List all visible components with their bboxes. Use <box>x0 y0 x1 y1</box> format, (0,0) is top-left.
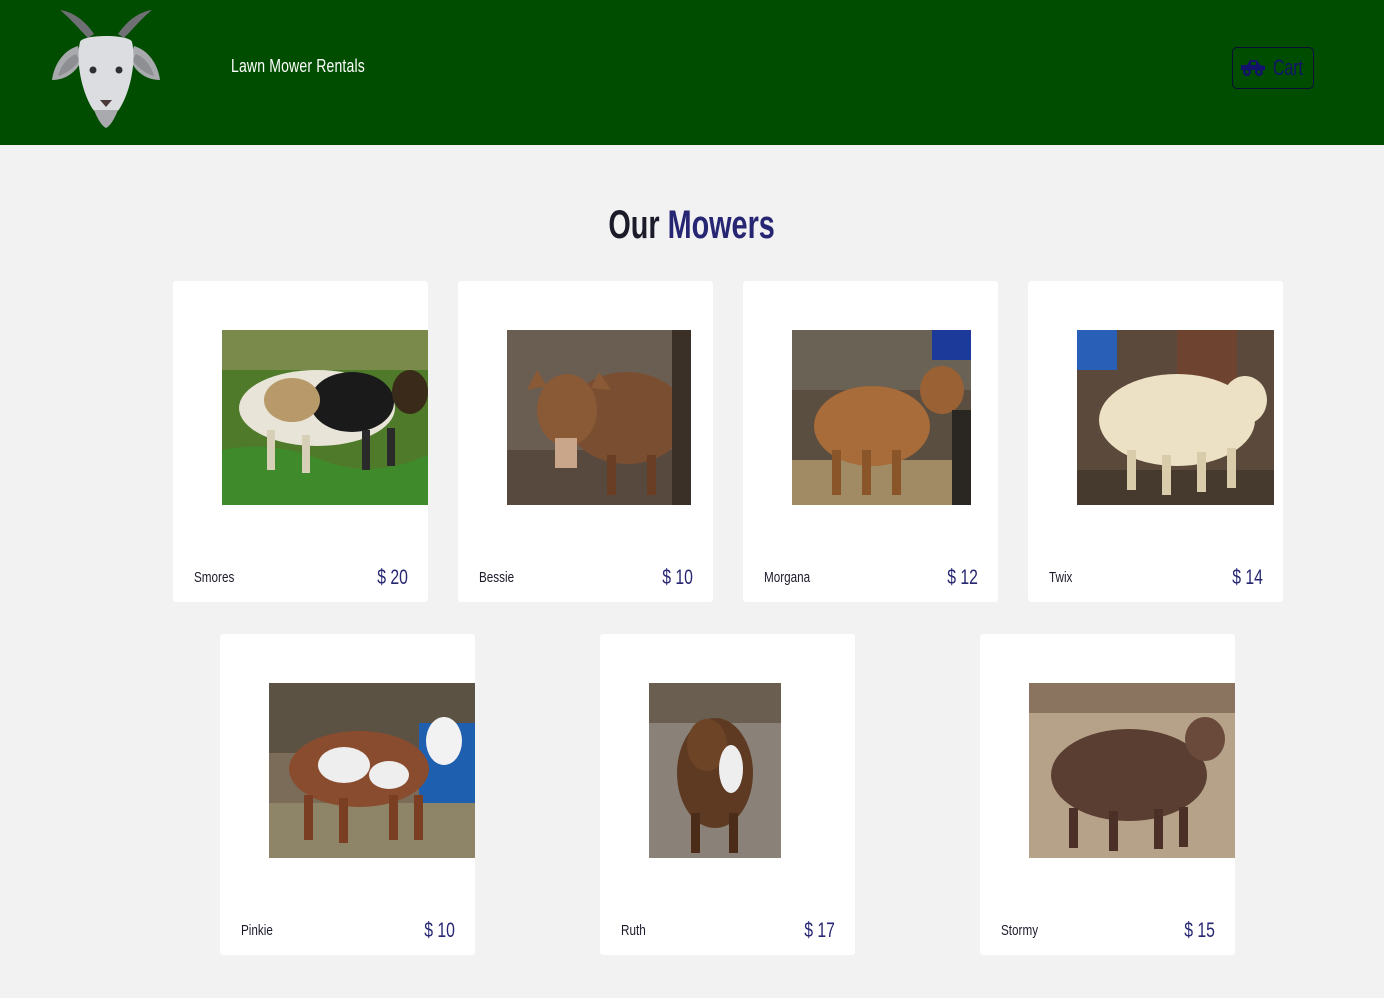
mower-price: $ 20 <box>377 566 408 589</box>
mower-photo <box>1029 683 1235 858</box>
mower-name: Morgana <box>764 569 811 586</box>
goat-head-icon[interactable] <box>50 8 162 128</box>
mower-name: Ruth <box>621 922 646 939</box>
title-part-our: Our <box>608 203 668 247</box>
mower-photo <box>222 330 428 505</box>
mower-name: Stormy <box>1001 922 1039 939</box>
mower-card-twix[interactable]: Twix $ 14 <box>1028 281 1283 602</box>
mower-photo <box>269 683 475 858</box>
mower-price: $ 17 <box>804 919 835 942</box>
mower-card-smores[interactable]: Smores $ 20 <box>173 281 428 602</box>
mower-card-ruth[interactable]: Ruth $ 17 <box>600 634 855 955</box>
mower-name: Pinkie <box>241 922 273 939</box>
title-part-mowers: Mowers <box>667 203 776 247</box>
mower-photo <box>1077 330 1274 505</box>
mower-price: $ 10 <box>424 919 455 942</box>
mower-photo <box>649 683 781 858</box>
page-title: Our Mowers <box>0 203 1384 248</box>
mower-photo <box>792 330 971 505</box>
mower-card-stormy[interactable]: Stormy $ 15 <box>980 634 1235 955</box>
mower-name: Twix <box>1049 569 1073 586</box>
mower-name: Smores <box>194 569 235 586</box>
mower-price: $ 14 <box>1232 566 1263 589</box>
mower-photo <box>507 330 691 505</box>
mower-name: Bessie <box>479 569 515 586</box>
site-header: Lawn Mower Rentals Cart <box>0 0 1384 145</box>
mower-price: $ 15 <box>1184 919 1215 942</box>
mower-price: $ 12 <box>947 566 978 589</box>
mower-card-morgana[interactable]: Morgana $ 12 <box>743 281 998 602</box>
mower-price: $ 10 <box>662 566 693 589</box>
cart-button[interactable]: Cart <box>1232 47 1314 89</box>
cart-label: Cart <box>1273 55 1303 80</box>
mower-card-bessie[interactable]: Bessie $ 10 <box>458 281 713 602</box>
brand-name[interactable]: Lawn Mower Rentals <box>231 56 365 77</box>
mower-card-pinkie[interactable]: Pinkie $ 10 <box>220 634 475 955</box>
truck-icon <box>1241 60 1265 76</box>
